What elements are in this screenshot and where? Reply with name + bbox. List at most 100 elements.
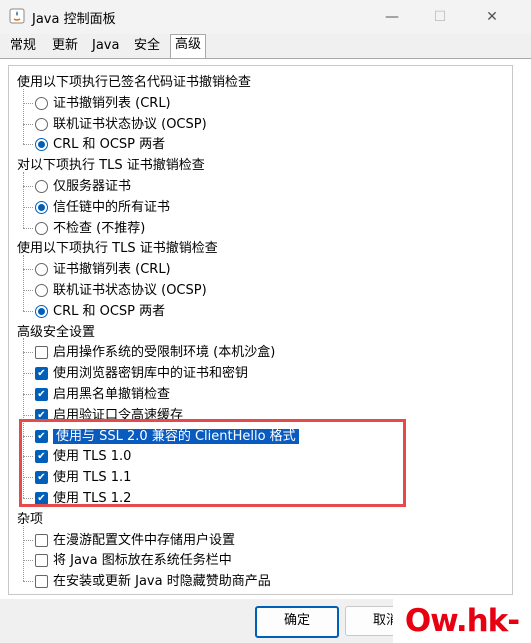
checkbox-option[interactable]: 将 Java 图标放在系统任务栏中 — [35, 550, 232, 571]
option-label: 在漫游配置文件中存储用户设置 — [53, 532, 236, 548]
tree-connector — [23, 414, 33, 416]
radio-option[interactable]: 证书撤销列表 (CRL) — [35, 259, 171, 280]
checkbox-checked-icon[interactable]: ✔ — [35, 367, 48, 381]
option-label: 仅服务器证书 — [53, 179, 132, 194]
radio-option[interactable]: CRL 和 OCSP 两者 — [35, 134, 165, 155]
option-label: 使用 TLS 1.0 — [53, 449, 132, 465]
checkbox-option[interactable]: ✔ 使用 TLS 1.0 — [35, 446, 131, 467]
radio-option[interactable]: 信任链中的所有证书 — [35, 197, 170, 218]
checkbox-option[interactable]: ✔ 使用与 SSL 2.0 兼容的 ClientHello 格式 — [35, 426, 299, 447]
tree-connector — [23, 394, 33, 395]
java-app-icon — [9, 8, 25, 24]
checkbox-option[interactable]: ✔ 启用验证口令高速缓存 — [35, 405, 183, 426]
group-heading: 使用以下项执行 TLS 证书撤销检查 — [17, 241, 218, 257]
tree-connector — [23, 560, 33, 562]
tree-connector — [23, 525, 24, 582]
group-heading: 对以下项执行 TLS 证书撤销检查 — [17, 158, 205, 174]
tree-connector — [23, 338, 24, 498]
option-label: 使用 TLS 1.2 — [53, 491, 132, 506]
option-label: 启用操作系统的受限制环境 (本机沙盒) — [53, 345, 276, 361]
tree-connector — [23, 144, 33, 146]
radio-option[interactable]: 不检查 (不推荐) — [35, 218, 145, 239]
group-heading: 使用以下项执行已签名代码证书撤销检查 — [17, 75, 252, 90]
checkbox-option[interactable]: ✔ 使用浏览器密钥库中的证书和密钥 — [35, 363, 248, 384]
radio-option[interactable]: CRL 和 OCSP 两者 — [35, 301, 165, 322]
window-title: Java 控制面板 — [32, 12, 116, 27]
tab-update[interactable]: 更新 — [48, 36, 82, 56]
checkbox-checked-icon[interactable]: ✔ — [35, 388, 48, 401]
tree-connector — [23, 352, 33, 354]
tree-connector — [23, 539, 33, 541]
tree-connector — [23, 290, 33, 291]
checkbox-unchecked-icon[interactable] — [35, 554, 48, 568]
option-label: CRL 和 OCSP 两者 — [53, 303, 166, 319]
tree-connector — [23, 477, 33, 479]
radio-unselected-icon[interactable] — [35, 284, 48, 297]
tree-connector — [23, 269, 33, 271]
tree-connector — [23, 88, 24, 145]
tree-connector — [23, 373, 33, 375]
watermark-logo: Ow.hk- — [393, 599, 531, 643]
close-button[interactable]: ✕ — [472, 4, 512, 30]
option-label: 证书撤销列表 (CRL) — [53, 95, 171, 111]
checkbox-checked-icon[interactable]: ✔ — [35, 429, 48, 443]
tree-connector — [23, 581, 33, 583]
checkbox-option[interactable]: 启用操作系统的受限制环境 (本机沙盒) — [35, 342, 275, 363]
radio-unselected-icon[interactable] — [35, 96, 48, 110]
tree-connector — [23, 206, 33, 208]
title-bar: Java 控制面板 — ☐ ✕ — [0, 0, 531, 34]
option-label: 使用与 SSL 2.0 兼容的 ClientHello 格式 — [53, 428, 299, 444]
tab-security[interactable]: 安全 — [130, 36, 164, 56]
checkbox-unchecked-icon[interactable] — [35, 346, 48, 360]
radio-option[interactable]: 证书撤销列表 (CRL) — [35, 93, 171, 114]
checkbox-unchecked-icon[interactable] — [35, 575, 48, 589]
settings-tree[interactable]: 使用以下项执行已签名代码证书撤销检查证书撤销列表 (CRL) 联机证书状态协议 (… — [8, 65, 513, 595]
option-label: 联机证书状态协议 (OCSP) — [53, 283, 207, 298]
option-label: 不检查 (不推荐) — [53, 220, 146, 236]
checkbox-option[interactable]: ✔ 使用 TLS 1.1 — [35, 467, 131, 488]
checkbox-checked-icon[interactable]: ✔ — [35, 408, 48, 422]
minimize-button[interactable]: — — [372, 4, 412, 30]
checkbox-unchecked-icon[interactable] — [35, 533, 48, 547]
tree-connector — [23, 172, 24, 228]
tree-connector — [23, 435, 33, 437]
option-label: 使用浏览器密钥库中的证书和密钥 — [53, 366, 249, 382]
ok-button[interactable]: 确定 — [255, 606, 339, 638]
tree-connector — [23, 310, 33, 312]
option-label: 启用黑名单撤销检查 — [53, 387, 171, 402]
checkbox-option[interactable]: 在漫游配置文件中存储用户设置 — [35, 530, 235, 551]
checkbox-checked-icon[interactable]: ✔ — [35, 492, 48, 505]
tree-connector — [23, 227, 33, 229]
tab-advanced[interactable]: 高级 — [170, 34, 207, 59]
radio-unselected-icon[interactable] — [35, 180, 48, 193]
checkbox-option[interactable]: ✔ 启用黑名单撤销检查 — [35, 384, 170, 405]
radio-selected-icon[interactable] — [35, 200, 48, 214]
checkbox-option[interactable]: ✔ 使用 TLS 1.2 — [35, 488, 131, 509]
option-label: 将 Java 图标放在系统任务栏中 — [53, 553, 232, 569]
option-label: 在安装或更新 Java 时隐藏赞助商产品 — [53, 574, 271, 590]
radio-unselected-icon[interactable] — [35, 221, 48, 235]
tree-connector — [23, 456, 33, 458]
radio-selected-icon[interactable] — [35, 138, 48, 152]
radio-unselected-icon[interactable] — [35, 263, 48, 277]
tab-java[interactable]: Java — [88, 36, 123, 56]
option-label: 信任链中的所有证书 — [53, 199, 171, 215]
tree-connector — [23, 123, 33, 125]
tree-connector — [23, 186, 33, 187]
radio-unselected-icon[interactable] — [35, 117, 48, 131]
radio-option[interactable]: 联机证书状态协议 (OCSP) — [35, 114, 207, 135]
maximize-button[interactable]: ☐ — [420, 4, 460, 30]
radio-selected-icon[interactable] — [35, 304, 48, 318]
radio-option[interactable]: 联机证书状态协议 (OCSP) — [35, 280, 207, 301]
radio-option[interactable]: 仅服务器证书 — [35, 176, 131, 197]
checkbox-checked-icon[interactable]: ✔ — [35, 471, 48, 485]
group-heading: 高级安全设置 — [17, 324, 96, 340]
tab-general[interactable]: 常规 — [6, 36, 40, 56]
option-label: 联机证书状态协议 (OCSP) — [53, 116, 207, 132]
option-label: 使用 TLS 1.1 — [53, 470, 132, 486]
checkbox-option[interactable]: 在安装或更新 Java 时隐藏赞助商产品 — [35, 571, 271, 592]
tree-connector — [23, 255, 24, 311]
checkbox-checked-icon[interactable]: ✔ — [35, 450, 48, 464]
option-label: 启用验证口令高速缓存 — [53, 407, 184, 423]
tab-bar: 常规 更新 Java 安全 高级 — [0, 34, 531, 59]
